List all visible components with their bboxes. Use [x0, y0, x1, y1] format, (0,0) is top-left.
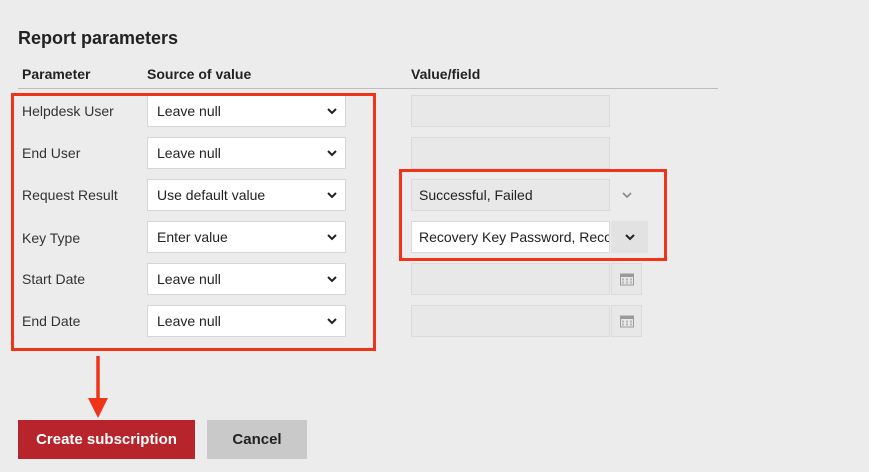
value-field-start-date[interactable] — [411, 263, 610, 295]
highlight-box-values — [399, 169, 667, 261]
date-picker-button-end-date[interactable] — [611, 305, 642, 337]
calendar-icon — [619, 273, 634, 286]
value-field-helpdesk-user[interactable] — [411, 95, 610, 127]
calendar-icon — [619, 315, 634, 328]
value-field-end-date[interactable] — [411, 305, 610, 337]
column-header-source: Source of value — [147, 66, 252, 82]
value-field-end-user[interactable] — [411, 137, 610, 169]
page-title: Report parameters — [18, 28, 179, 48]
cancel-button[interactable]: Cancel — [207, 420, 307, 459]
highlight-box-parameters — [11, 93, 376, 351]
create-subscription-button[interactable]: Create subscription — [18, 420, 195, 459]
date-picker-button-start-date[interactable] — [611, 263, 642, 295]
arrow-down-icon — [88, 356, 108, 418]
column-header-parameter: Parameter — [22, 66, 91, 82]
header-divider — [18, 88, 718, 89]
column-header-value: Value/field — [411, 66, 481, 82]
